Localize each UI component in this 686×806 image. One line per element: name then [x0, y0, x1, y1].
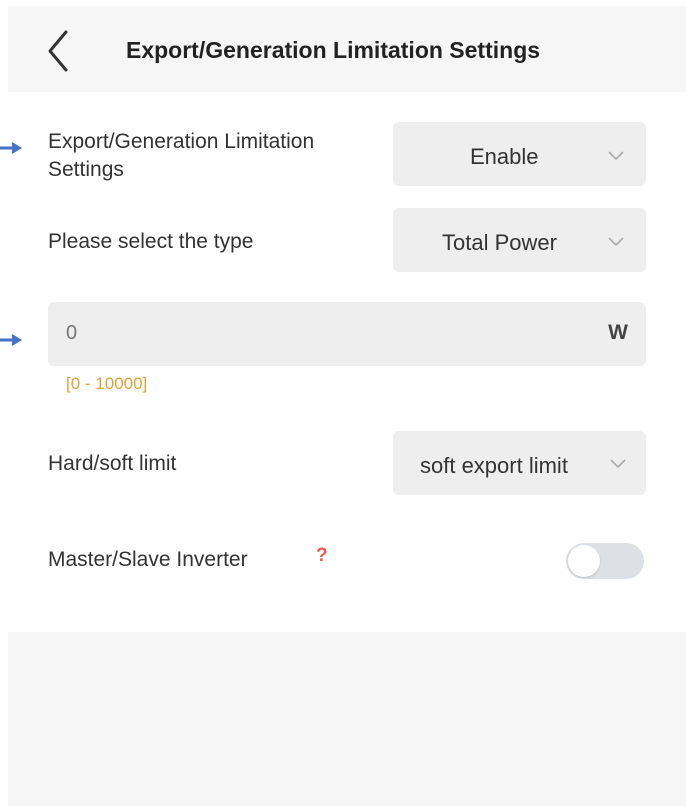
power-limit-value: 0	[66, 322, 78, 344]
hard-soft-limit-select[interactable]: soft export limit	[393, 431, 646, 495]
limitation-settings-label: Export/Generation Limitation Settings	[48, 130, 315, 181]
power-range-hint: [0 - 10000]	[66, 374, 148, 393]
toggle-knob	[568, 545, 600, 577]
chevron-down-icon	[608, 237, 624, 247]
limitation-settings-select[interactable]: Enable	[393, 122, 646, 186]
power-unit-label: W	[608, 321, 628, 344]
chevron-down-icon	[608, 151, 624, 161]
select-type-label: Please select the type	[48, 230, 254, 253]
select-type-value: Total Power	[442, 230, 557, 255]
select-type-dropdown[interactable]: Total Power	[393, 208, 646, 272]
master-slave-label: Master/Slave Inverter	[48, 548, 248, 571]
page-title: Export/Generation Limitation Settings	[126, 37, 541, 63]
chevron-down-icon	[610, 459, 626, 469]
hard-soft-limit-value: soft export limit	[420, 453, 568, 478]
power-limit-input[interactable]: 0 W	[48, 302, 646, 366]
header-bar: Export/Generation Limitation Settings	[8, 6, 686, 92]
chevron-left-icon[interactable]	[42, 28, 78, 74]
arrow-right-icon	[0, 142, 22, 154]
help-icon[interactable]: ?	[316, 545, 328, 567]
master-slave-toggle[interactable]	[566, 543, 644, 579]
limitation-settings-value: Enable	[470, 144, 539, 169]
arrow-right-icon	[0, 334, 22, 346]
hard-soft-limit-label: Hard/soft limit	[48, 452, 177, 475]
